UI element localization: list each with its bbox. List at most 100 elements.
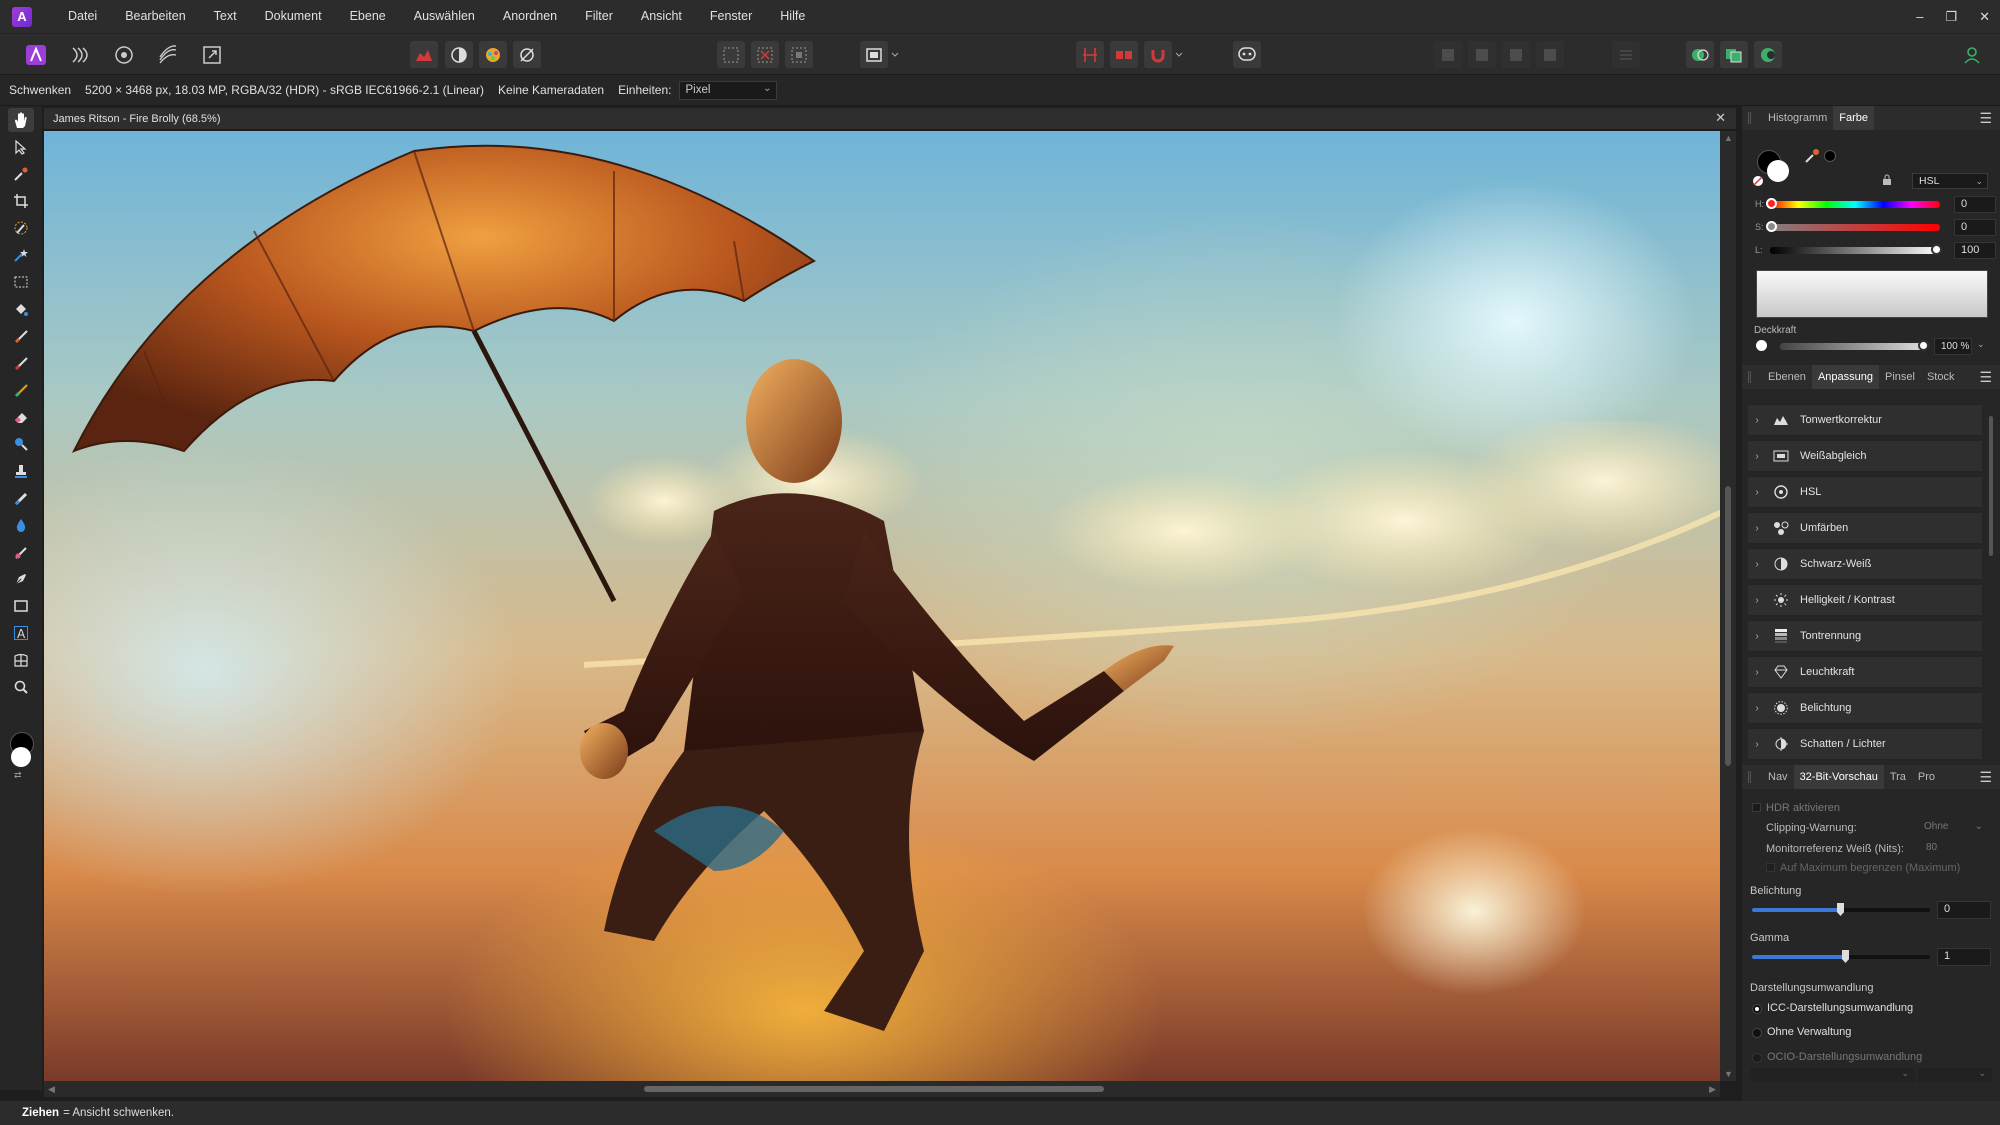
opacity-slider[interactable] <box>1780 343 1926 350</box>
pixel-tool-button[interactable] <box>8 351 34 375</box>
lightness-value-field[interactable]: 100 <box>1954 242 1996 259</box>
panel-grip-icon[interactable] <box>1748 371 1751 383</box>
color-model-select[interactable]: HSL ⌄ <box>1912 173 1988 189</box>
tab-32-bit-vorschau[interactable]: 32-Bit-Vorschau <box>1793 765 1884 789</box>
adjustment-item-shadows-highlights[interactable]: › Schatten / Lichter <box>1747 728 1983 760</box>
minimize-button[interactable]: – <box>1916 9 1923 24</box>
menu-ebene[interactable]: Ebene <box>336 0 400 33</box>
saturation-value-field[interactable]: 0 <box>1954 219 1996 236</box>
exposure-slider-handle[interactable] <box>1837 903 1844 916</box>
assistant-button[interactable] <box>1233 41 1261 68</box>
horizontal-scroll-thumb[interactable] <box>644 1086 1104 1092</box>
radio-ocio-display-transform[interactable] <box>1752 1053 1762 1063</box>
gamma-value-field[interactable]: 1 <box>1937 948 1991 966</box>
mesh-warp-tool-button[interactable] <box>8 648 34 672</box>
horizontal-scrollbar[interactable]: ◀ ▶ <box>44 1081 1720 1097</box>
tab-ebenen[interactable]: Ebenen <box>1762 365 1812 389</box>
units-select[interactable]: Pixel ⌄ <box>679 80 778 100</box>
photo-persona-button[interactable] <box>22 41 50 68</box>
artistic-text-tool-button[interactable]: A <box>8 621 34 645</box>
rectangle-tool-button[interactable] <box>8 594 34 618</box>
panel-grip-icon[interactable] <box>1748 112 1751 124</box>
export-persona-button[interactable] <box>198 41 226 68</box>
swap-colors-icon[interactable]: ⇄ <box>14 770 22 781</box>
lightness-slider[interactable] <box>1770 247 1940 254</box>
invert-selection-button[interactable] <box>785 41 813 68</box>
deselect-button[interactable] <box>751 41 779 68</box>
arrange-backward-button[interactable] <box>1468 41 1496 68</box>
blur-tool-button[interactable] <box>8 513 34 537</box>
no-color-icon[interactable] <box>1752 175 1764 187</box>
scroll-up-icon[interactable]: ▲ <box>1724 133 1733 143</box>
adjustment-item-vibrance[interactable]: › Leuchtkraft <box>1747 656 1983 688</box>
quick-mask-button[interactable] <box>860 41 888 68</box>
menu-hilfe[interactable]: Hilfe <box>766 0 819 33</box>
gamma-slider[interactable] <box>1752 955 1930 959</box>
snapping-dropdown[interactable] <box>1172 41 1186 68</box>
red-eye-tool-button[interactable] <box>8 540 34 564</box>
flood-fill-tool-button[interactable] <box>8 297 34 321</box>
snapping-button[interactable] <box>1076 41 1104 68</box>
hue-slider-handle[interactable] <box>1766 198 1777 209</box>
color-picker-tool-button[interactable] <box>8 162 34 186</box>
lock-icon[interactable] <box>1882 174 1892 186</box>
auto-white-balance-button[interactable] <box>513 41 541 68</box>
ocio-config-select[interactable]: ⌄ <box>1750 1068 1915 1082</box>
select-all-button[interactable] <box>717 41 745 68</box>
develop-persona-button[interactable] <box>110 41 138 68</box>
dodge-tool-button[interactable] <box>8 432 34 456</box>
menu-fenster[interactable]: Fenster <box>696 0 766 33</box>
arrange-forward-button[interactable] <box>1502 41 1530 68</box>
account-button[interactable] <box>1958 41 1986 68</box>
saturation-slider[interactable] <box>1770 224 1940 231</box>
limit-checkbox[interactable] <box>1766 863 1775 872</box>
healing-brush-tool-button[interactable] <box>8 486 34 510</box>
stroke-color-swatch[interactable] <box>1767 160 1789 182</box>
saturation-slider-handle[interactable] <box>1766 221 1777 232</box>
adjustment-item-brightness-contrast[interactable]: › Helligkeit / Kontrast <box>1747 584 1983 616</box>
auto-contrast-button[interactable] <box>445 41 473 68</box>
paint-brush-tool-button[interactable] <box>8 324 34 348</box>
panel-menu-icon[interactable]: ☰ <box>1979 110 1992 127</box>
monitor-reference-field[interactable]: 80 <box>1920 840 1986 856</box>
force-pixel-alignment-button[interactable] <box>1110 41 1138 68</box>
hdr-checkbox[interactable] <box>1752 803 1761 812</box>
opacity-value-field[interactable]: 100 % <box>1934 338 1972 355</box>
panel-grip-icon[interactable] <box>1748 771 1751 783</box>
tab-histogramm[interactable]: Histogramm <box>1762 106 1833 130</box>
quick-mask-dropdown[interactable] <box>888 41 902 68</box>
hue-value-field[interactable]: 0 <box>1954 196 1996 213</box>
adjustment-item-recolor[interactable]: › Umfärben <box>1747 512 1983 544</box>
restore-button[interactable]: ❐ <box>1945 9 1957 25</box>
tab-pro[interactable]: Pro <box>1912 765 1941 789</box>
flood-select-tool-button[interactable] <box>8 243 34 267</box>
clipping-select[interactable]: Ohne ⌄ <box>1920 819 1986 835</box>
close-window-button[interactable]: ✕ <box>1979 9 1990 25</box>
gamma-slider-handle[interactable] <box>1842 950 1849 963</box>
arrange-front-button[interactable] <box>1536 41 1564 68</box>
lightness-slider-handle[interactable] <box>1931 244 1942 255</box>
selection-mode-add-button[interactable] <box>1720 41 1748 68</box>
menu-dokument[interactable]: Dokument <box>251 0 336 33</box>
erase-tool-button[interactable] <box>8 405 34 429</box>
zoom-tool-button[interactable] <box>8 675 34 699</box>
menu-anordnen[interactable]: Anordnen <box>489 0 571 33</box>
panel-menu-icon[interactable]: ☰ <box>1979 369 1992 386</box>
adjustment-item-exposure[interactable]: › Belichtung <box>1747 692 1983 724</box>
pen-tool-button[interactable] <box>8 567 34 591</box>
adjustment-item-white-balance[interactable]: › Weißabgleich <box>1747 440 1983 472</box>
menu-ansicht[interactable]: Ansicht <box>627 0 696 33</box>
snapping-options-button[interactable] <box>1144 41 1172 68</box>
selection-mode-subtract-button[interactable] <box>1754 41 1782 68</box>
exposure-value-field[interactable]: 0 <box>1937 901 1991 919</box>
align-button[interactable] <box>1612 41 1640 68</box>
menu-filter[interactable]: Filter <box>571 0 627 33</box>
adjustment-scroll-thumb[interactable] <box>1989 416 1993 556</box>
tab-stock[interactable]: Stock <box>1921 365 1961 389</box>
auto-levels-button[interactable] <box>410 41 438 68</box>
menu-auswaehlen[interactable]: Auswählen <box>400 0 489 33</box>
tab-farbe[interactable]: Farbe <box>1833 106 1875 130</box>
vertical-scrollbar[interactable]: ▲ ▼ <box>1720 131 1736 1081</box>
opacity-slider-handle[interactable] <box>1918 340 1929 351</box>
adjustment-scrollbar[interactable] <box>1988 404 1994 754</box>
